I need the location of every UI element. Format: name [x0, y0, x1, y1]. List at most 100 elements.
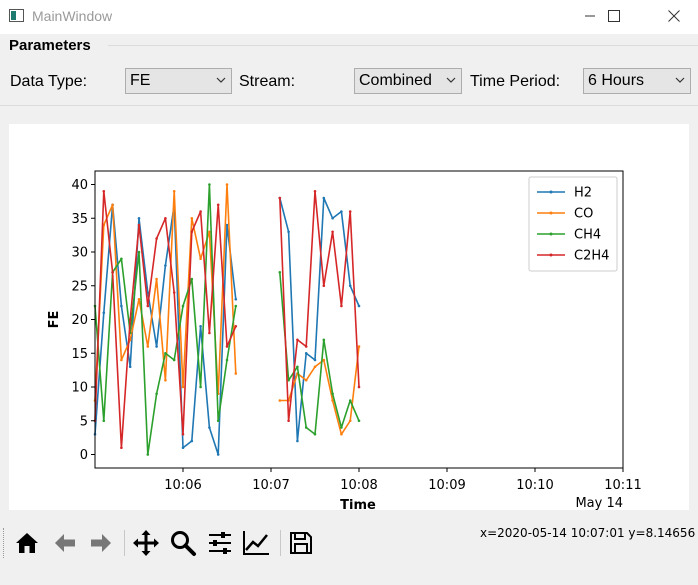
edit-axes-button[interactable]: [241, 528, 271, 558]
data-point-c2h4: [137, 223, 141, 227]
data-point-ch4: [102, 419, 106, 423]
legend-label-c2h4: C2H4: [574, 249, 609, 264]
chevron-down-icon: [216, 77, 226, 83]
legend-marker-co: [549, 211, 553, 215]
data-point-c2h4: [146, 304, 150, 308]
data-point-co: [146, 345, 150, 348]
time-period-label: Time Period:: [470, 73, 561, 90]
legend-label-ch4: CH4: [574, 228, 601, 243]
data-point-h2: [164, 264, 167, 267]
data-type-value: FE: [130, 72, 151, 89]
data-point-h2: [322, 196, 326, 200]
data-point-c2h4: [128, 318, 132, 321]
data-point-co: [340, 432, 343, 436]
data-point-co: [278, 399, 282, 402]
data-point-co: [120, 358, 123, 362]
data-point-co: [348, 419, 352, 423]
data-point-co: [208, 230, 211, 234]
subplots-icon: [209, 532, 231, 554]
data-point-c2h4: [278, 196, 282, 200]
data-point-ch4: [313, 432, 317, 436]
close-icon: [668, 10, 680, 22]
data-point-h2: [313, 358, 317, 362]
configure-subplots-button[interactable]: [205, 528, 235, 558]
x-offset-label: May 14: [575, 496, 623, 510]
zoom-button[interactable]: [168, 528, 198, 558]
toolbar-separator: [124, 530, 125, 556]
app-window-icon: [9, 9, 24, 22]
title-bar: MainWindow: [0, 0, 698, 34]
fe-line-chart[interactable]: 0 5 10 15 20 25 30 35 40 10:06 10:07 10:08 10:09 10:1…: [9, 124, 689, 513]
close-button[interactable]: [651, 0, 697, 32]
data-point-co: [181, 385, 185, 389]
x-tick-label: 10:06: [164, 478, 201, 493]
data-point-c2h4: [340, 304, 343, 308]
data-point-co: [322, 358, 326, 362]
forward-arrow-icon: [91, 534, 111, 552]
legend-label-co: CO: [574, 207, 593, 222]
data-point-c2h4: [111, 270, 114, 274]
data-point-h2: [331, 216, 334, 220]
data-point-c2h4: [155, 237, 158, 240]
data-point-c2h4: [304, 345, 308, 348]
edit-axes-icon: [243, 531, 269, 555]
data-point-h2: [102, 311, 106, 315]
data-point-h2: [137, 216, 141, 220]
data-type-select[interactable]: FE: [125, 68, 232, 94]
toolbar-grip[interactable]: [3, 528, 7, 558]
maximize-button[interactable]: [591, 0, 637, 32]
data-point-co: [111, 203, 114, 207]
back-button[interactable]: [50, 528, 80, 558]
data-point-h2: [296, 439, 299, 443]
y-tick-label: 35: [71, 212, 88, 227]
cursor-coordinates: x=2020-05-14 10:07:01 y=8.14656: [480, 526, 696, 540]
zoom-icon: [171, 531, 196, 556]
toolbar-separator: [280, 530, 281, 556]
stream-select[interactable]: Combined: [354, 68, 462, 94]
data-point-co: [155, 277, 158, 281]
plot-canvas[interactable]: 0 5 10 15 20 25 30 35 40 10:06 10:07 10:08 10:09 10:1…: [9, 124, 689, 513]
pan-button[interactable]: [131, 528, 161, 558]
data-point-ch4: [137, 250, 141, 254]
data-point-co: [313, 365, 317, 369]
data-point-ch4: [278, 270, 282, 274]
data-point-ch4: [234, 304, 238, 308]
data-point-c2h4: [102, 189, 106, 193]
data-point-h2: [234, 297, 238, 301]
data-point-h2: [208, 426, 211, 429]
y-tick-label: 25: [71, 279, 88, 294]
home-button[interactable]: [12, 528, 42, 558]
data-point-h2: [190, 439, 194, 443]
data-point-h2: [181, 446, 185, 450]
data-point-c2h4: [348, 210, 352, 213]
back-arrow-icon: [55, 534, 75, 552]
data-point-co: [164, 378, 167, 382]
data-point-h2: [120, 304, 123, 308]
y-tick-label: 5: [80, 414, 88, 429]
data-point-co: [137, 297, 141, 301]
data-point-ch4: [208, 183, 211, 186]
time-period-value: 6 Hours: [588, 72, 645, 89]
data-point-ch4: [348, 399, 352, 402]
time-period-select[interactable]: 6 Hours: [583, 68, 691, 94]
data-point-ch4: [172, 358, 176, 362]
data-point-ch4: [331, 392, 334, 396]
forward-button[interactable]: [86, 528, 116, 558]
save-figure-button[interactable]: [286, 528, 316, 558]
parameters-group-label: Parameters: [9, 37, 91, 54]
section-divider: [0, 105, 698, 106]
data-point-c2h4: [120, 446, 123, 450]
data-point-c2h4: [313, 189, 317, 193]
x-tick-label: 10:09: [428, 478, 465, 493]
legend-marker-c2h4: [549, 253, 553, 257]
data-point-c2h4: [216, 203, 220, 207]
y-tick-label: 30: [71, 246, 88, 261]
data-point-h2: [348, 284, 352, 288]
data-point-c2h4: [225, 345, 229, 348]
legend-marker-h2: [549, 190, 553, 194]
data-point-ch4: [304, 426, 308, 429]
data-point-ch4: [155, 392, 158, 396]
data-point-c2h4: [181, 432, 185, 436]
data-point-h2: [340, 210, 343, 213]
data-point-h2: [216, 453, 220, 456]
